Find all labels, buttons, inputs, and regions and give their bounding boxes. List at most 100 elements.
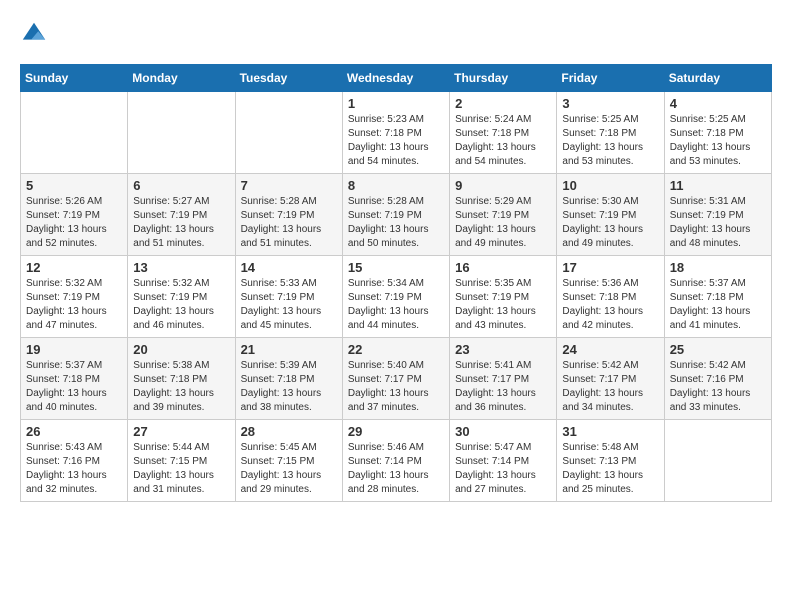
day-info: Sunrise: 5:34 AM Sunset: 7:19 PM Dayligh… (348, 277, 444, 333)
header-tuesday: Tuesday (235, 65, 342, 92)
day-number: 10 (562, 178, 658, 193)
day-number: 12 (26, 260, 122, 275)
calendar-cell: 6 Sunrise: 5:27 AM Sunset: 7:19 PM Daylig… (128, 174, 235, 256)
day-info: Sunrise: 5:38 AM Sunset: 7:18 PM Dayligh… (133, 359, 229, 415)
calendar-cell: 18 Sunrise: 5:37 AM Sunset: 7:18 PM Dayli… (664, 256, 771, 338)
week-row-4: 19Sunrise: 5:37 AM Sunset: 7:18 PM Dayli… (21, 338, 772, 420)
calendar-cell: 8 Sunrise: 5:28 AM Sunset: 7:19 PM Daylig… (342, 174, 449, 256)
day-info: Sunrise: 5:39 AM Sunset: 7:18 PM Dayligh… (241, 359, 337, 415)
calendar-cell: 21 Sunrise: 5:39 AM Sunset: 7:18 PM Dayli… (235, 338, 342, 420)
day-number: 28 (241, 424, 337, 439)
day-info: Sunrise: 5:30 AM Sunset: 7:19 PM Dayligh… (562, 195, 658, 251)
day-number: 5 (26, 178, 122, 193)
day-number: 2 (455, 96, 551, 111)
day-number: 30 (455, 424, 551, 439)
day-number: 29 (348, 424, 444, 439)
day-number: 6 (133, 178, 229, 193)
weekday-header-row: SundayMondayTuesdayWednesdayThursdayFrid… (21, 65, 772, 92)
day-info: Sunrise: 5:36 AM Sunset: 7:18 PM Dayligh… (562, 277, 658, 333)
day-info: Sunrise: 5:28 AM Sunset: 7:19 PM Dayligh… (348, 195, 444, 251)
day-number: 26 (26, 424, 122, 439)
calendar-cell (664, 420, 771, 502)
day-info: Sunrise: 5:45 AM Sunset: 7:15 PM Dayligh… (241, 441, 337, 497)
header-friday: Friday (557, 65, 664, 92)
day-info: Sunrise: 5:23 AM Sunset: 7:18 PM Dayligh… (348, 113, 444, 169)
calendar-cell: 29 Sunrise: 5:46 AM Sunset: 7:14 PM Dayli… (342, 420, 449, 502)
logo-icon (20, 20, 48, 48)
header-sunday: Sunday (21, 65, 128, 92)
calendar-cell: 14Sunrise: 5:33 AM Sunset: 7:19 PM Dayli… (235, 256, 342, 338)
calendar-cell: 9 Sunrise: 5:29 AM Sunset: 7:19 PM Daylig… (450, 174, 557, 256)
day-number: 15 (348, 260, 444, 275)
day-info: Sunrise: 5:37 AM Sunset: 7:18 PM Dayligh… (26, 359, 122, 415)
calendar-cell (235, 92, 342, 174)
day-info: Sunrise: 5:43 AM Sunset: 7:16 PM Dayligh… (26, 441, 122, 497)
calendar-cell (128, 92, 235, 174)
day-info: Sunrise: 5:41 AM Sunset: 7:17 PM Dayligh… (455, 359, 551, 415)
calendar-cell: 20 Sunrise: 5:38 AM Sunset: 7:18 PM Dayli… (128, 338, 235, 420)
day-info: Sunrise: 5:42 AM Sunset: 7:17 PM Dayligh… (562, 359, 658, 415)
day-number: 24 (562, 342, 658, 357)
day-info: Sunrise: 5:48 AM Sunset: 7:13 PM Dayligh… (562, 441, 658, 497)
week-row-2: 5 Sunrise: 5:26 AM Sunset: 7:19 PM Daylig… (21, 174, 772, 256)
calendar-cell: 24 Sunrise: 5:42 AM Sunset: 7:17 PM Dayli… (557, 338, 664, 420)
calendar-cell: 31 Sunrise: 5:48 AM Sunset: 7:13 PM Dayli… (557, 420, 664, 502)
day-info: Sunrise: 5:24 AM Sunset: 7:18 PM Dayligh… (455, 113, 551, 169)
day-info: Sunrise: 5:26 AM Sunset: 7:19 PM Dayligh… (26, 195, 122, 251)
day-number: 23 (455, 342, 551, 357)
page-header (20, 20, 772, 48)
day-number: 4 (670, 96, 766, 111)
day-number: 20 (133, 342, 229, 357)
calendar-cell: 17 Sunrise: 5:36 AM Sunset: 7:18 PM Dayli… (557, 256, 664, 338)
day-number: 9 (455, 178, 551, 193)
calendar-cell: 26 Sunrise: 5:43 AM Sunset: 7:16 PM Dayli… (21, 420, 128, 502)
calendar-cell: 3Sunrise: 5:25 AM Sunset: 7:18 PM Daylig… (557, 92, 664, 174)
day-info: Sunrise: 5:40 AM Sunset: 7:17 PM Dayligh… (348, 359, 444, 415)
day-number: 3 (562, 96, 658, 111)
day-info: Sunrise: 5:35 AM Sunset: 7:19 PM Dayligh… (455, 277, 551, 333)
day-info: Sunrise: 5:28 AM Sunset: 7:19 PM Dayligh… (241, 195, 337, 251)
calendar-cell: 15 Sunrise: 5:34 AM Sunset: 7:19 PM Dayli… (342, 256, 449, 338)
calendar-cell: 5 Sunrise: 5:26 AM Sunset: 7:19 PM Daylig… (21, 174, 128, 256)
calendar-cell: 25Sunrise: 5:42 AM Sunset: 7:16 PM Dayli… (664, 338, 771, 420)
calendar-cell: 12 Sunrise: 5:32 AM Sunset: 7:19 PM Dayli… (21, 256, 128, 338)
day-info: Sunrise: 5:25 AM Sunset: 7:18 PM Dayligh… (670, 113, 766, 169)
calendar-cell: 27 Sunrise: 5:44 AM Sunset: 7:15 PM Dayli… (128, 420, 235, 502)
calendar-table: SundayMondayTuesdayWednesdayThursdayFrid… (20, 64, 772, 502)
day-info: Sunrise: 5:44 AM Sunset: 7:15 PM Dayligh… (133, 441, 229, 497)
day-number: 1 (348, 96, 444, 111)
day-number: 8 (348, 178, 444, 193)
calendar-cell: 13Sunrise: 5:32 AM Sunset: 7:19 PM Dayli… (128, 256, 235, 338)
day-number: 18 (670, 260, 766, 275)
header-wednesday: Wednesday (342, 65, 449, 92)
logo (20, 20, 52, 48)
day-info: Sunrise: 5:47 AM Sunset: 7:14 PM Dayligh… (455, 441, 551, 497)
day-number: 11 (670, 178, 766, 193)
day-info: Sunrise: 5:27 AM Sunset: 7:19 PM Dayligh… (133, 195, 229, 251)
day-number: 22 (348, 342, 444, 357)
day-number: 7 (241, 178, 337, 193)
calendar-cell: 1 Sunrise: 5:23 AM Sunset: 7:18 PM Daylig… (342, 92, 449, 174)
day-info: Sunrise: 5:37 AM Sunset: 7:18 PM Dayligh… (670, 277, 766, 333)
day-number: 13 (133, 260, 229, 275)
day-info: Sunrise: 5:42 AM Sunset: 7:16 PM Dayligh… (670, 359, 766, 415)
day-number: 17 (562, 260, 658, 275)
day-number: 27 (133, 424, 229, 439)
day-info: Sunrise: 5:32 AM Sunset: 7:19 PM Dayligh… (26, 277, 122, 333)
calendar-cell: 16 Sunrise: 5:35 AM Sunset: 7:19 PM Dayli… (450, 256, 557, 338)
week-row-5: 26 Sunrise: 5:43 AM Sunset: 7:16 PM Dayli… (21, 420, 772, 502)
calendar-cell: 23 Sunrise: 5:41 AM Sunset: 7:17 PM Dayli… (450, 338, 557, 420)
day-number: 16 (455, 260, 551, 275)
calendar-cell: 19Sunrise: 5:37 AM Sunset: 7:18 PM Dayli… (21, 338, 128, 420)
day-info: Sunrise: 5:31 AM Sunset: 7:19 PM Dayligh… (670, 195, 766, 251)
day-info: Sunrise: 5:46 AM Sunset: 7:14 PM Dayligh… (348, 441, 444, 497)
day-number: 31 (562, 424, 658, 439)
calendar-cell: 11 Sunrise: 5:31 AM Sunset: 7:19 PM Dayli… (664, 174, 771, 256)
week-row-1: 1 Sunrise: 5:23 AM Sunset: 7:18 PM Daylig… (21, 92, 772, 174)
calendar-cell: 30 Sunrise: 5:47 AM Sunset: 7:14 PM Dayli… (450, 420, 557, 502)
day-info: Sunrise: 5:29 AM Sunset: 7:19 PM Dayligh… (455, 195, 551, 251)
calendar-cell (21, 92, 128, 174)
calendar-cell: 10 Sunrise: 5:30 AM Sunset: 7:19 PM Dayli… (557, 174, 664, 256)
header-monday: Monday (128, 65, 235, 92)
day-number: 21 (241, 342, 337, 357)
